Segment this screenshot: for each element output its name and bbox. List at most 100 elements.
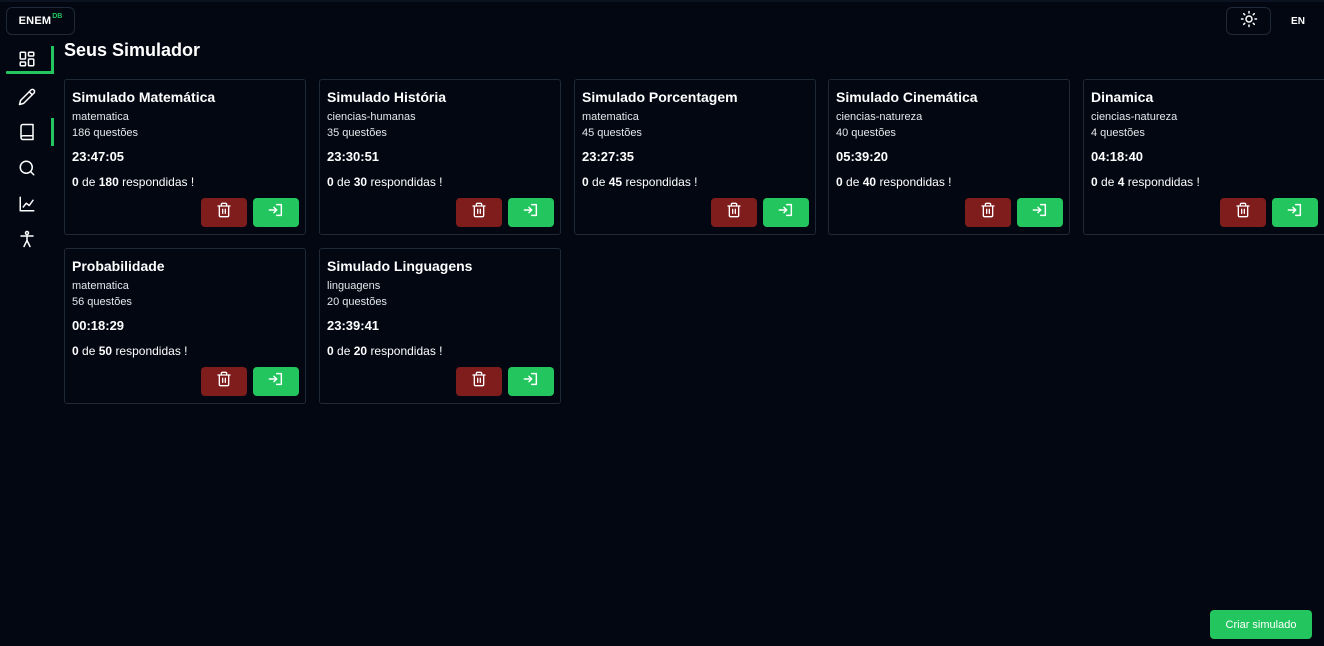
language-button[interactable]: EN bbox=[1284, 7, 1312, 35]
page-title: Seus Simulador bbox=[64, 40, 201, 60]
enter-button[interactable] bbox=[508, 367, 554, 396]
answered-count: 0 bbox=[1091, 175, 1098, 189]
card-question-count: 35 questões bbox=[327, 127, 387, 139]
total-count: 20 bbox=[353, 344, 368, 358]
card-question-count: 40 questões bbox=[836, 127, 896, 139]
total-count: 30 bbox=[353, 175, 368, 189]
answered-count: 0 bbox=[72, 344, 79, 358]
sidebar-item-accessibility[interactable] bbox=[6, 224, 54, 254]
card-timer: 00:18:29 bbox=[72, 318, 125, 333]
progress-of: de bbox=[1101, 175, 1115, 189]
enter-button[interactable] bbox=[763, 198, 809, 227]
logo-text: ENEM bbox=[18, 15, 52, 27]
top-divider bbox=[0, 0, 1324, 2]
delete-button[interactable] bbox=[201, 198, 247, 227]
delete-button[interactable] bbox=[456, 198, 502, 227]
card-timer: 23:39:41 bbox=[327, 318, 380, 333]
logo-superscript: DB bbox=[52, 12, 63, 20]
sidebar-item-search[interactable] bbox=[6, 153, 54, 183]
delete-button[interactable] bbox=[201, 367, 247, 396]
trash-icon bbox=[216, 371, 232, 392]
enter-button[interactable] bbox=[253, 367, 299, 396]
card-timer: 23:47:05 bbox=[72, 149, 125, 164]
progress-suffix: respondidas ! bbox=[370, 175, 443, 189]
delete-button[interactable] bbox=[711, 198, 757, 227]
card-title: Probabilidade bbox=[72, 258, 165, 274]
delete-button[interactable] bbox=[1220, 198, 1266, 227]
progress-suffix: respondidas ! bbox=[370, 344, 443, 358]
card-question-count: 4 questões bbox=[1091, 127, 1145, 139]
card-progress: 0 de 20 respondidas ! bbox=[327, 344, 442, 358]
trash-icon bbox=[1235, 202, 1251, 223]
card-progress: 0 de 50 respondidas ! bbox=[72, 344, 187, 358]
sidebar-item-simulados[interactable] bbox=[6, 117, 54, 147]
logo-button[interactable]: ENEM DB bbox=[6, 7, 75, 35]
card-timer: 04:18:40 bbox=[1091, 149, 1144, 164]
card-timer: 23:27:35 bbox=[582, 149, 635, 164]
enter-icon bbox=[267, 202, 285, 223]
simulado-card: Probabilidade matematica 56 questões 00:… bbox=[64, 248, 306, 404]
card-title: Simulado Linguagens bbox=[327, 258, 473, 274]
progress-of: de bbox=[846, 175, 860, 189]
simulado-card: Simulado História ciencias-humanas 35 qu… bbox=[319, 79, 561, 235]
delete-button[interactable] bbox=[456, 367, 502, 396]
simulado-card: Simulado Cinemática ciencias-natureza 40… bbox=[828, 79, 1070, 235]
enter-button[interactable] bbox=[253, 198, 299, 227]
delete-button[interactable] bbox=[965, 198, 1011, 227]
enter-icon bbox=[267, 371, 285, 392]
total-count: 4 bbox=[1117, 175, 1125, 189]
theme-toggle-button[interactable] bbox=[1226, 7, 1271, 35]
card-timer: 23:30:51 bbox=[327, 149, 380, 164]
enter-icon bbox=[522, 371, 540, 392]
trash-icon bbox=[216, 202, 232, 223]
card-category: ciencias-natureza bbox=[1091, 111, 1178, 123]
card-timer: 05:39:20 bbox=[836, 149, 889, 164]
simulado-card: Simulado Linguagens linguagens 20 questõ… bbox=[319, 248, 561, 404]
answered-count: 0 bbox=[582, 175, 589, 189]
trash-icon bbox=[726, 202, 742, 223]
card-title: Simulado História bbox=[327, 89, 447, 105]
progress-suffix: respondidas ! bbox=[122, 175, 195, 189]
total-count: 40 bbox=[862, 175, 877, 189]
chart-line-icon bbox=[18, 195, 36, 213]
card-category: matematica bbox=[72, 111, 129, 123]
progress-suffix: respondidas ! bbox=[1127, 175, 1200, 189]
trash-icon bbox=[471, 371, 487, 392]
card-question-count: 20 questões bbox=[327, 296, 387, 308]
total-count: 50 bbox=[98, 344, 113, 358]
progress-suffix: respondidas ! bbox=[625, 175, 698, 189]
total-count: 180 bbox=[98, 175, 119, 189]
sidebar-item-dashboard[interactable] bbox=[6, 44, 54, 74]
create-simulado-button[interactable]: Criar simulado bbox=[1210, 610, 1312, 639]
progress-of: de bbox=[82, 344, 96, 358]
card-category: matematica bbox=[72, 280, 129, 292]
answered-count: 0 bbox=[72, 175, 79, 189]
simulado-card: Dinamica ciencias-natureza 4 questões 04… bbox=[1083, 79, 1324, 235]
enter-button[interactable] bbox=[1017, 198, 1063, 227]
sidebar-item-stats[interactable] bbox=[6, 189, 54, 219]
sun-icon bbox=[1240, 10, 1258, 33]
card-progress: 0 de 4 respondidas ! bbox=[1091, 175, 1200, 189]
card-progress: 0 de 40 respondidas ! bbox=[836, 175, 951, 189]
sidebar-item-edit[interactable] bbox=[6, 82, 54, 112]
answered-count: 0 bbox=[327, 175, 334, 189]
enter-button[interactable] bbox=[1272, 198, 1318, 227]
progress-of: de bbox=[337, 344, 351, 358]
book-icon bbox=[18, 123, 36, 141]
simulado-card: Simulado Porcentagem matematica 45 quest… bbox=[574, 79, 816, 235]
trash-icon bbox=[471, 202, 487, 223]
enter-icon bbox=[1031, 202, 1049, 223]
search-icon bbox=[18, 159, 36, 177]
progress-of: de bbox=[337, 175, 351, 189]
dashboard-icon bbox=[18, 50, 36, 68]
accessibility-icon bbox=[18, 230, 36, 248]
card-title: Simulado Cinemática bbox=[836, 89, 978, 105]
progress-of: de bbox=[82, 175, 96, 189]
total-count: 45 bbox=[608, 175, 623, 189]
card-progress: 0 de 45 respondidas ! bbox=[582, 175, 697, 189]
simulado-card: Simulado Matemática matematica 186 quest… bbox=[64, 79, 306, 235]
enter-button[interactable] bbox=[508, 198, 554, 227]
card-category: matematica bbox=[582, 111, 639, 123]
answered-count: 0 bbox=[327, 344, 334, 358]
card-title: Simulado Matemática bbox=[72, 89, 216, 105]
